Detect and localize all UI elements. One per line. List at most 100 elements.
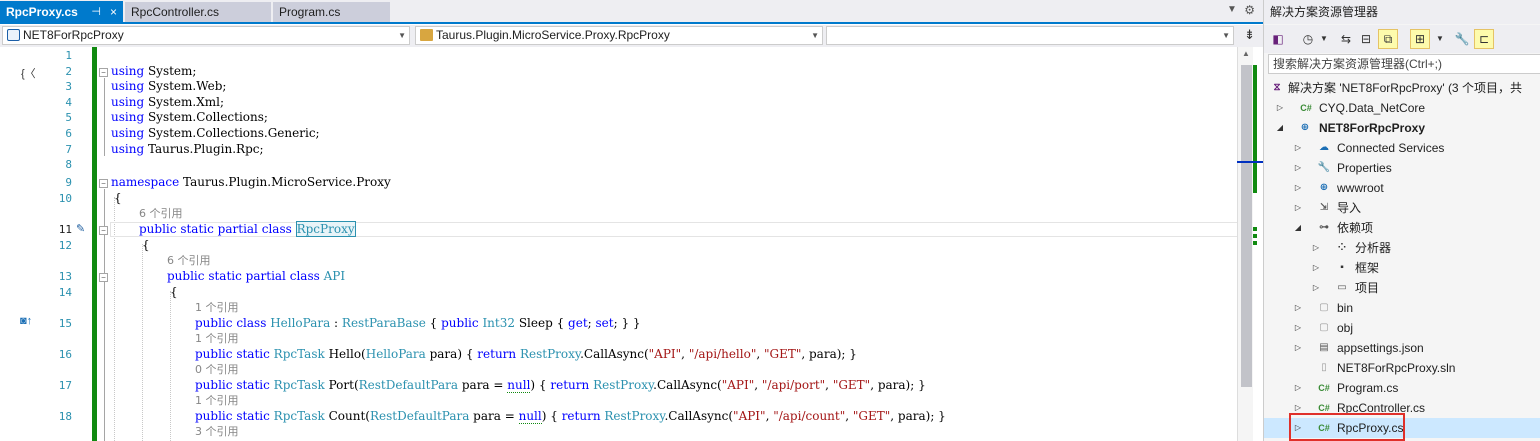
folder-icon: ▢ (1319, 322, 1329, 333)
expand-icon[interactable]: ▷ (1311, 258, 1321, 278)
project-dropdown[interactable]: NET8ForRpcProxy ▼ (2, 26, 410, 45)
tree-item-label: NET8ForRpcProxy.sln (1337, 361, 1456, 375)
tree-item-connected-services[interactable]: ▷ ☁ Connected Services (1264, 138, 1540, 158)
tab-rpcproxy[interactable]: RpcProxy.cs ⊣ × (0, 1, 123, 23)
scroll-up-icon[interactable]: ▲ (1242, 49, 1250, 58)
tab-program[interactable]: Program.cs (273, 2, 390, 22)
connected-services-icon: ☁ (1319, 142, 1329, 153)
gear-icon[interactable]: ⚙ (1244, 3, 1255, 17)
tree-item-solution[interactable]: ⧖ 解决方案 'NET8ForRpcProxy' (3 个项目，共 (1264, 78, 1540, 98)
collapse-icon[interactable]: ◢ (1293, 218, 1303, 238)
tree-item-frameworks[interactable]: ▷ ▪ 框架 (1264, 258, 1540, 278)
expand-icon[interactable]: ▷ (1293, 158, 1303, 178)
vertical-scrollbar[interactable]: ▲ (1237, 47, 1254, 441)
expand-icon[interactable]: ▷ (1293, 378, 1303, 398)
code-line: public class HelloPara : RestParaBase { … (195, 316, 641, 330)
tree-item-wwwroot[interactable]: ▷ ⊕ wwwroot (1264, 178, 1540, 198)
codelens-references[interactable]: 1 个引用 (195, 394, 239, 408)
tab-list-dropdown-icon[interactable]: ▼ (1227, 4, 1237, 18)
expand-icon[interactable]: ▷ (1275, 98, 1285, 118)
analyzer-icon: ⁘ (1337, 242, 1347, 253)
tree-item-label: NET8ForRpcProxy (1319, 121, 1426, 135)
highlight-annotation-box (1289, 413, 1405, 441)
tree-item-imports[interactable]: ▷ ⇲ 导入 (1264, 198, 1540, 218)
collapse-icon[interactable]: − (99, 273, 108, 282)
dependencies-icon: ⊶ (1319, 222, 1329, 233)
line-number: 9 (65, 176, 72, 189)
tree-item-label: Connected Services (1337, 141, 1445, 155)
collapse-all-icon[interactable]: ⊟ (1356, 29, 1376, 49)
code-line: public static RpcTask Count(RestDefaultP… (195, 409, 946, 424)
implementation-icon[interactable]: ◙↑ (20, 315, 32, 327)
brush-icon[interactable]: ✎ (76, 222, 85, 235)
codelens-references[interactable]: 6 个引用 (167, 254, 211, 268)
solution-search-input[interactable]: 搜索解决方案资源管理器(Ctrl+;) (1268, 54, 1540, 74)
tab-rpccontroller[interactable]: RpcController.cs (125, 2, 271, 22)
line-number: 18 (58, 410, 72, 423)
collapse-icon[interactable]: − (99, 68, 108, 77)
tree-item-net8forrpcproxy[interactable]: ◢ ⊕ NET8ForRpcProxy (1264, 118, 1540, 138)
member-dropdown[interactable]: ▼ (826, 26, 1234, 45)
line-number: 17 (58, 379, 72, 392)
collapse-icon[interactable]: − (99, 226, 108, 235)
filter-icon[interactable]: ⊞ (1410, 29, 1430, 49)
project-ref-icon: ▭ (1337, 282, 1347, 293)
scrollbar-thumb[interactable] (1241, 65, 1252, 387)
wrench-icon[interactable]: 🔧 (1452, 29, 1472, 49)
codelens-references[interactable]: 6 个引用 (139, 207, 183, 221)
expand-icon[interactable]: ▷ (1311, 238, 1321, 258)
expand-icon[interactable]: ▷ (1293, 138, 1303, 158)
change-marker (1253, 227, 1257, 231)
split-window-icon[interactable]: ⇟ (1244, 27, 1255, 43)
line-number: 5 (65, 111, 72, 124)
scrollbar-overview-margin[interactable] (1237, 47, 1263, 441)
project-dropdown-value: NET8ForRpcProxy (23, 28, 124, 42)
tree-item-appsettings[interactable]: ▷ ▤ appsettings.json (1264, 338, 1540, 358)
tree-item-label: 依赖项 (1337, 221, 1374, 235)
switch-views-icon[interactable]: ◧ (1268, 29, 1288, 49)
tree-item-obj[interactable]: ▷ ▢ obj (1264, 318, 1540, 338)
close-icon[interactable]: × (110, 1, 117, 23)
collapse-icon[interactable]: − (99, 179, 108, 188)
tree-item-analyzers[interactable]: ▷ ⁘ 分析器 (1264, 238, 1540, 258)
codelens-references[interactable]: 0 个引用 (195, 363, 239, 377)
expand-icon[interactable]: ▷ (1311, 278, 1321, 298)
tree-item-label: wwwroot (1337, 181, 1384, 195)
type-dropdown-value: Taurus.Plugin.MicroService.Proxy.RpcProx… (436, 28, 670, 42)
type-dropdown[interactable]: Taurus.Plugin.MicroService.Proxy.RpcProx… (415, 26, 823, 45)
tree-item-cyq-data[interactable]: ▷ C# CYQ.Data_NetCore (1264, 98, 1540, 118)
change-marker (1253, 241, 1257, 245)
expand-icon[interactable]: ▷ (1293, 338, 1303, 358)
tree-item-dependencies[interactable]: ◢ ⊶ 依赖项 (1264, 218, 1540, 238)
codelens-references[interactable]: 1 个引用 (195, 301, 239, 315)
chevron-down-icon[interactable]: ▼ (1314, 29, 1334, 49)
tree-item-bin[interactable]: ▷ ▢ bin (1264, 298, 1540, 318)
expand-icon[interactable]: ▷ (1293, 178, 1303, 198)
chevron-down-icon[interactable]: ▼ (1430, 29, 1450, 49)
collapse-icon[interactable]: ◢ (1275, 118, 1285, 138)
tree-item-label: appsettings.json (1337, 341, 1424, 355)
expand-icon[interactable]: ▷ (1293, 298, 1303, 318)
line-number: 11 (58, 223, 72, 236)
code-text-area[interactable]: {〈 ◙↑ ✎ 1 2 3 4 5 6 7 8 9 10 11 12 13 14… (0, 47, 1263, 441)
glyph-margin (0, 47, 44, 441)
tree-item-properties[interactable]: ▷ 🔧 Properties (1264, 158, 1540, 178)
sln-file-icon: ▯ (1321, 362, 1327, 373)
sync-icon[interactable]: ⇆ (1336, 29, 1356, 49)
tree-item-label: 导入 (1337, 201, 1362, 215)
codelens-references[interactable]: 3 个引用 (195, 425, 239, 439)
tree-item-projects[interactable]: ▷ ▭ 项目 (1264, 278, 1540, 298)
pin-icon[interactable]: ⊣ (91, 1, 101, 23)
code-line: using System.Collections.Generic; (111, 126, 320, 140)
tree-item-program-cs[interactable]: ▷ C# Program.cs (1264, 378, 1540, 398)
navigation-bar: NET8ForRpcProxy ▼ Taurus.Plugin.MicroSer… (0, 25, 1263, 47)
preview-selected-icon[interactable]: ⊏ (1474, 29, 1494, 49)
line-number: 14 (58, 286, 72, 299)
expand-icon[interactable]: ▷ (1293, 318, 1303, 338)
codelens-references[interactable]: 1 个引用 (195, 332, 239, 346)
expand-icon[interactable]: ▷ (1293, 198, 1303, 218)
solution-explorer-toolbar: ◧ ◷ ▼ ⇆ ⊟ ⧉ ⊞ ▼ 🔧 ⊏ (1264, 25, 1540, 53)
tree-item-sln[interactable]: ▯ NET8ForRpcProxy.sln (1264, 358, 1540, 378)
tree-item-label: 分析器 (1355, 241, 1392, 255)
show-all-files-icon[interactable]: ⧉ (1378, 29, 1398, 49)
